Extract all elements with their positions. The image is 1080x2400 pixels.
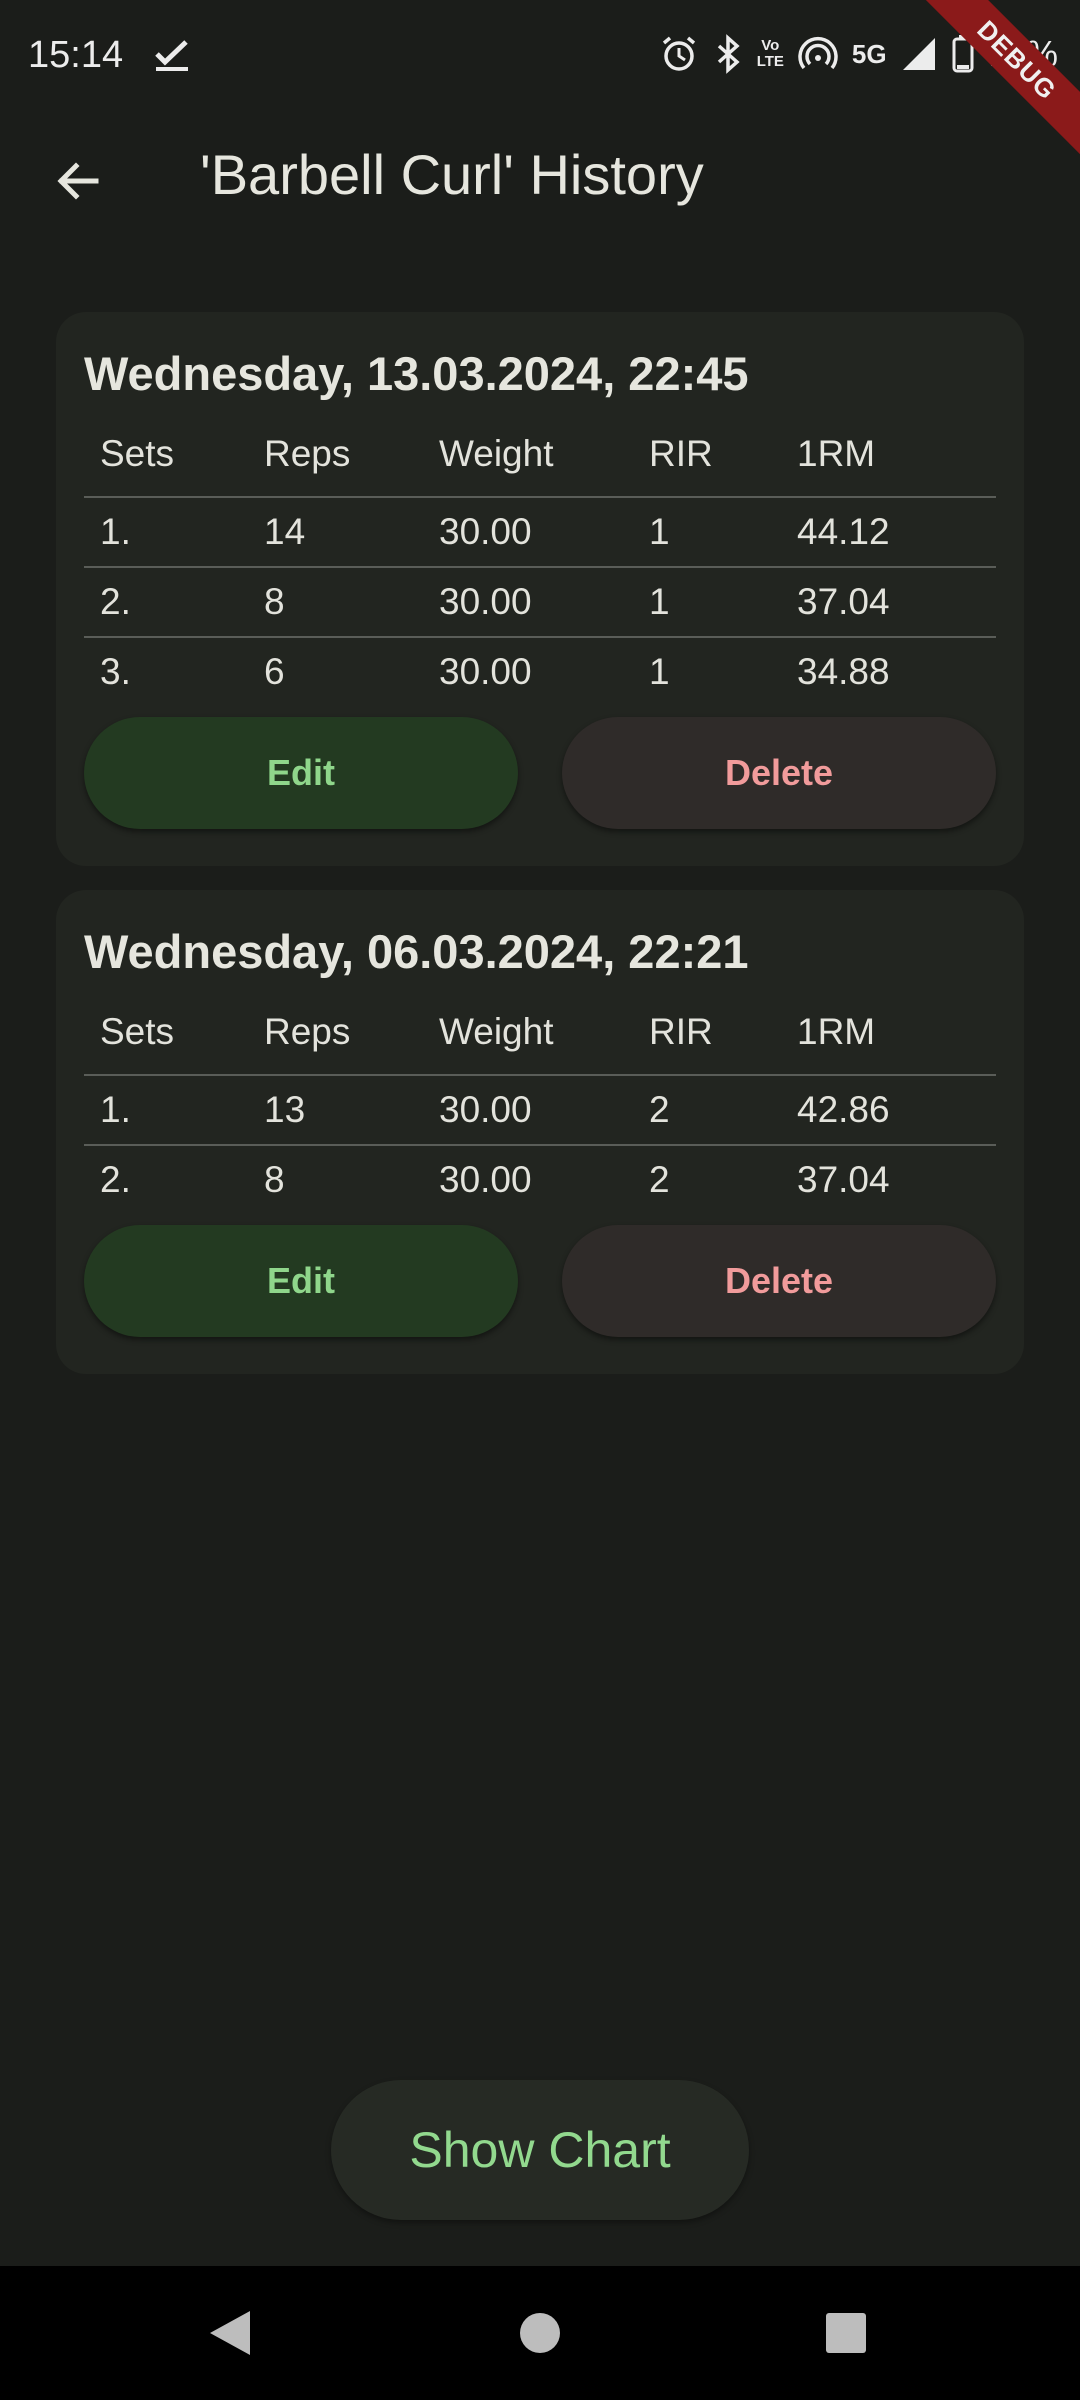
- edit-button[interactable]: Edit: [84, 1225, 518, 1337]
- table-row: 1. 13 30.00 2 42.86: [84, 1074, 996, 1145]
- header-sets: Sets: [100, 1011, 175, 1052]
- status-time: 15:14: [28, 34, 124, 76]
- cell-weight: 30.00: [439, 496, 649, 567]
- delete-button[interactable]: Delete: [562, 717, 996, 829]
- header-weight: Weight: [439, 433, 554, 474]
- alarm-icon: [659, 32, 699, 76]
- header-reps: Reps: [264, 433, 351, 474]
- header-weight: Weight: [439, 1011, 554, 1052]
- nav-recents-button[interactable]: [814, 2301, 878, 2365]
- cell-reps: 8: [264, 566, 439, 637]
- signal-icon: [901, 32, 937, 76]
- hotspot-icon: [798, 32, 838, 76]
- cell-weight: 30.00: [439, 566, 649, 637]
- cell-1rm: 34.88: [797, 636, 996, 706]
- cell-rir: 2: [649, 1074, 797, 1145]
- cell-reps: 13: [264, 1074, 439, 1145]
- app-bar: 'Barbell Curl' History: [0, 118, 1080, 240]
- sets-table: Sets Reps Weight RIR 1RM 1. 14 30.00 1 4…: [84, 412, 996, 706]
- header-rir: RIR: [649, 433, 713, 474]
- header-1rm: 1RM: [797, 433, 876, 474]
- page-title: 'Barbell Curl' History: [200, 143, 704, 206]
- cell-set: 1.: [84, 1074, 264, 1145]
- cell-set: 1.: [84, 496, 264, 567]
- cell-reps: 6: [264, 636, 439, 706]
- cell-reps: 8: [264, 1144, 439, 1214]
- volte-icon: Vo LTE: [756, 37, 784, 70]
- system-nav-bar: [0, 2266, 1080, 2400]
- cell-set: 2.: [84, 566, 264, 637]
- show-chart-button[interactable]: Show Chart: [331, 2080, 749, 2220]
- workout-date: Wednesday, 06.03.2024, 22:21: [84, 925, 749, 978]
- edit-button[interactable]: Edit: [84, 717, 518, 829]
- workout-card: Wednesday, 06.03.2024, 22:21 Sets Reps W…: [56, 890, 1024, 1374]
- header-sets: Sets: [100, 433, 175, 474]
- nav-home-icon: [520, 2313, 560, 2353]
- cell-reps: 14: [264, 496, 439, 567]
- cell-1rm: 37.04: [797, 1144, 996, 1214]
- cell-1rm: 37.04: [797, 566, 996, 637]
- cell-rir: 1: [649, 636, 797, 706]
- cell-rir: 2: [649, 1144, 797, 1214]
- cell-rir: 1: [649, 566, 797, 637]
- sets-table: Sets Reps Weight RIR 1RM 1. 13 30.00 2 4…: [84, 990, 996, 1214]
- network-type-label: 5G: [851, 38, 887, 69]
- table-header-row: Sets Reps Weight RIR 1RM: [84, 412, 996, 497]
- nav-back-icon: [210, 2311, 250, 2355]
- nav-back-button[interactable]: [198, 2301, 262, 2365]
- header-1rm: 1RM: [797, 1011, 876, 1052]
- nav-home-button[interactable]: [508, 2301, 572, 2365]
- cell-1rm: 44.12: [797, 496, 996, 567]
- nav-recents-icon: [826, 2313, 866, 2353]
- workout-date: Wednesday, 13.03.2024, 22:45: [84, 347, 749, 400]
- cell-rir: 1: [649, 496, 797, 567]
- delete-button[interactable]: Delete: [562, 1225, 996, 1337]
- header-rir: RIR: [649, 1011, 713, 1052]
- cell-weight: 30.00: [439, 1074, 649, 1145]
- workout-card: Wednesday, 13.03.2024, 22:45 Sets Reps W…: [56, 312, 1024, 866]
- table-row: 3. 6 30.00 1 34.88: [84, 636, 996, 706]
- bluetooth-icon: [713, 32, 743, 76]
- table-header-row: Sets Reps Weight RIR 1RM: [84, 990, 996, 1075]
- cell-set: 2.: [84, 1144, 264, 1214]
- table-row: 2. 8 30.00 2 37.04: [84, 1144, 996, 1214]
- back-button[interactable]: [40, 143, 116, 219]
- arrow-back-icon: [57, 162, 99, 200]
- status-bar: 15:14 Vo LTE 5G 11% DEBUG: [0, 0, 1080, 164]
- header-reps: Reps: [264, 1011, 351, 1052]
- table-row: 1. 14 30.00 1 44.12: [84, 496, 996, 567]
- cell-weight: 30.00: [439, 1144, 649, 1214]
- task-done-icon: [152, 34, 192, 79]
- cell-set: 3.: [84, 636, 264, 706]
- cell-1rm: 42.86: [797, 1074, 996, 1145]
- table-row: 2. 8 30.00 1 37.04: [84, 566, 996, 637]
- cell-weight: 30.00: [439, 636, 649, 706]
